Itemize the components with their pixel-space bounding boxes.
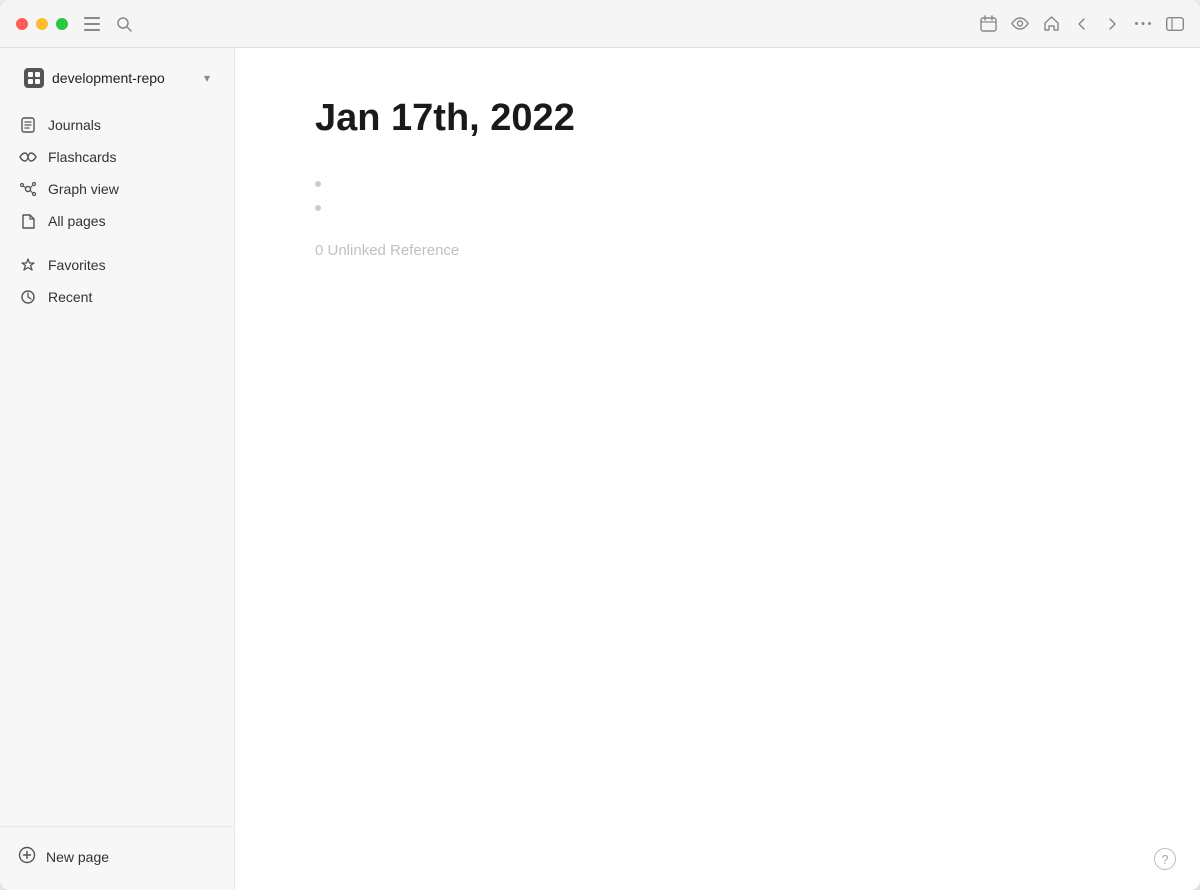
hamburger-icon[interactable] <box>84 17 100 31</box>
main-layout: development-repo ▾ Journals <box>0 48 1200 890</box>
eye-icon[interactable] <box>1011 17 1029 30</box>
flashcards-icon <box>18 152 38 162</box>
new-page-button[interactable]: New page <box>8 839 226 874</box>
sidebar-item-all-pages[interactable]: All pages <box>8 206 226 236</box>
sidebar-item-recent[interactable]: Recent <box>8 282 226 312</box>
favorites-icon <box>18 257 38 273</box>
sidebar-toggle-icon[interactable] <box>1166 17 1184 31</box>
all-pages-icon <box>18 213 38 229</box>
sidebar-item-graph-view[interactable]: Graph view <box>8 174 226 204</box>
back-icon[interactable] <box>1074 16 1090 32</box>
minimize-button[interactable] <box>36 18 48 30</box>
list-item <box>315 194 1120 218</box>
journals-icon <box>18 117 38 133</box>
sidebar-item-favorites[interactable]: Favorites <box>8 250 226 280</box>
traffic-lights <box>16 18 68 30</box>
bullet-list <box>315 170 1120 218</box>
home-icon[interactable] <box>1043 15 1060 32</box>
recent-label: Recent <box>48 289 92 305</box>
sidebar-top: development-repo ▾ <box>0 48 234 102</box>
list-item <box>315 170 1120 194</box>
content-area: Jan 17th, 2022 0 Unlinked Reference ? <box>235 48 1200 890</box>
close-button[interactable] <box>16 18 28 30</box>
sidebar-item-journals[interactable]: Journals <box>8 110 226 140</box>
titlebar-actions <box>84 16 132 32</box>
sidebar-bottom: New page <box>0 826 234 890</box>
workspace-icon <box>24 68 44 88</box>
calendar-icon[interactable] <box>980 15 997 32</box>
recent-icon <box>18 289 38 305</box>
unlinked-reference: 0 Unlinked Reference <box>315 242 1120 259</box>
sidebar-nav: Journals Flashcards <box>0 102 234 826</box>
more-icon[interactable] <box>1134 21 1152 26</box>
new-page-plus-icon <box>18 846 36 867</box>
graph-view-icon <box>18 181 38 197</box>
app-window: development-repo ▾ Journals <box>0 0 1200 890</box>
all-pages-label: All pages <box>48 213 106 229</box>
titlebar-right <box>980 15 1184 32</box>
favorites-label: Favorites <box>48 257 106 273</box>
forward-icon[interactable] <box>1104 16 1120 32</box>
sidebar: development-repo ▾ Journals <box>0 48 235 890</box>
new-page-label: New page <box>46 849 109 865</box>
search-icon[interactable] <box>116 16 132 32</box>
sidebar-item-flashcards[interactable]: Flashcards <box>8 142 226 172</box>
workspace-selector[interactable]: development-repo ▾ <box>16 62 218 94</box>
page-content: Jan 17th, 2022 0 Unlinked Reference <box>235 48 1200 890</box>
bullet-dot <box>315 181 321 187</box>
workspace-chevron-icon: ▾ <box>204 71 210 85</box>
journals-label: Journals <box>48 117 101 133</box>
flashcards-label: Flashcards <box>48 149 116 165</box>
page-title: Jan 17th, 2022 <box>315 96 1120 142</box>
maximize-button[interactable] <box>56 18 68 30</box>
bullet-dot <box>315 205 321 211</box>
titlebar <box>0 0 1200 48</box>
graph-view-label: Graph view <box>48 181 119 197</box>
help-button[interactable]: ? <box>1154 848 1176 870</box>
workspace-name: development-repo <box>52 70 165 86</box>
